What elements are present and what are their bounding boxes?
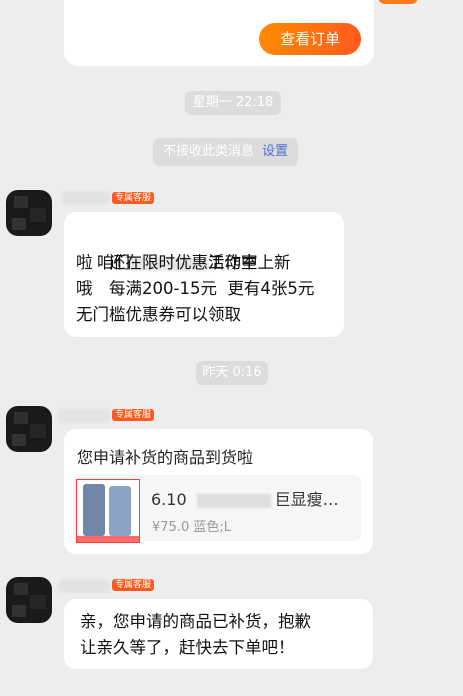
settings-link[interactable]: 设置 [262,144,288,159]
view-order-button[interactable]: 查看订单 [259,23,361,55]
message-bubble-1: 咱们 工作室上新 啦 还在限时优惠活动中 哦 每满200-15元 更有4张5元 无… [64,212,344,337]
product-box[interactable]: 6.10 巨显瘦… ¥75.0 蓝色;L [73,475,361,543]
message3-line2: 让亲久等了，赶快去下单吧！ [80,638,295,657]
sender-name [58,409,110,423]
service-badge: 专属客服 [112,579,155,591]
product-name-redacted [196,493,271,508]
avatar[interactable] [6,406,52,452]
avatar[interactable] [6,577,52,623]
message3-line1: 亲，您申请的商品已补货，抱歉 [80,612,311,631]
timestamp-monday: 星期一 22:18 [185,91,281,115]
product-meta: ¥75.0 蓝色;L [152,520,231,535]
restock-card[interactable]: 您申请补货的商品到货啦 6.10 巨显瘦… ¥75.0 蓝色;L [64,429,373,554]
message1-line4: 无门槛优惠券可以领取 [76,305,241,324]
product-name-suffix: 巨显瘦… [274,490,339,509]
service-badge: 专属客服 [112,409,155,421]
product-name: 6.10 巨显瘦… [151,486,339,510]
avatar[interactable] [6,190,52,236]
sender-name [58,579,110,593]
order-card: 查看订单 [64,0,374,66]
notice-pill: 不接收此类消息 设置 [153,138,299,166]
message-bubble-3: 亲，您申请的商品已补货，抱歉 让亲久等了，赶快去下单吧！ [64,599,373,669]
timestamp-yesterday: 昨天 0:16 [196,361,268,385]
product-thumbnail [76,479,140,543]
notice-text: 不接收此类消息 [163,144,255,159]
restock-title: 您申请补货的商品到货啦 [77,448,254,467]
message1-line2: 啦 还在限时优惠活动中 [76,253,258,272]
header-orange-fragment [378,0,418,4]
message1-line3: 哦 每满200-15元 更有4张5元 [76,279,315,298]
product-name-prefix: 6.10 [151,490,187,509]
service-badge: 专属客服 [112,192,155,204]
sender-name [62,191,110,205]
